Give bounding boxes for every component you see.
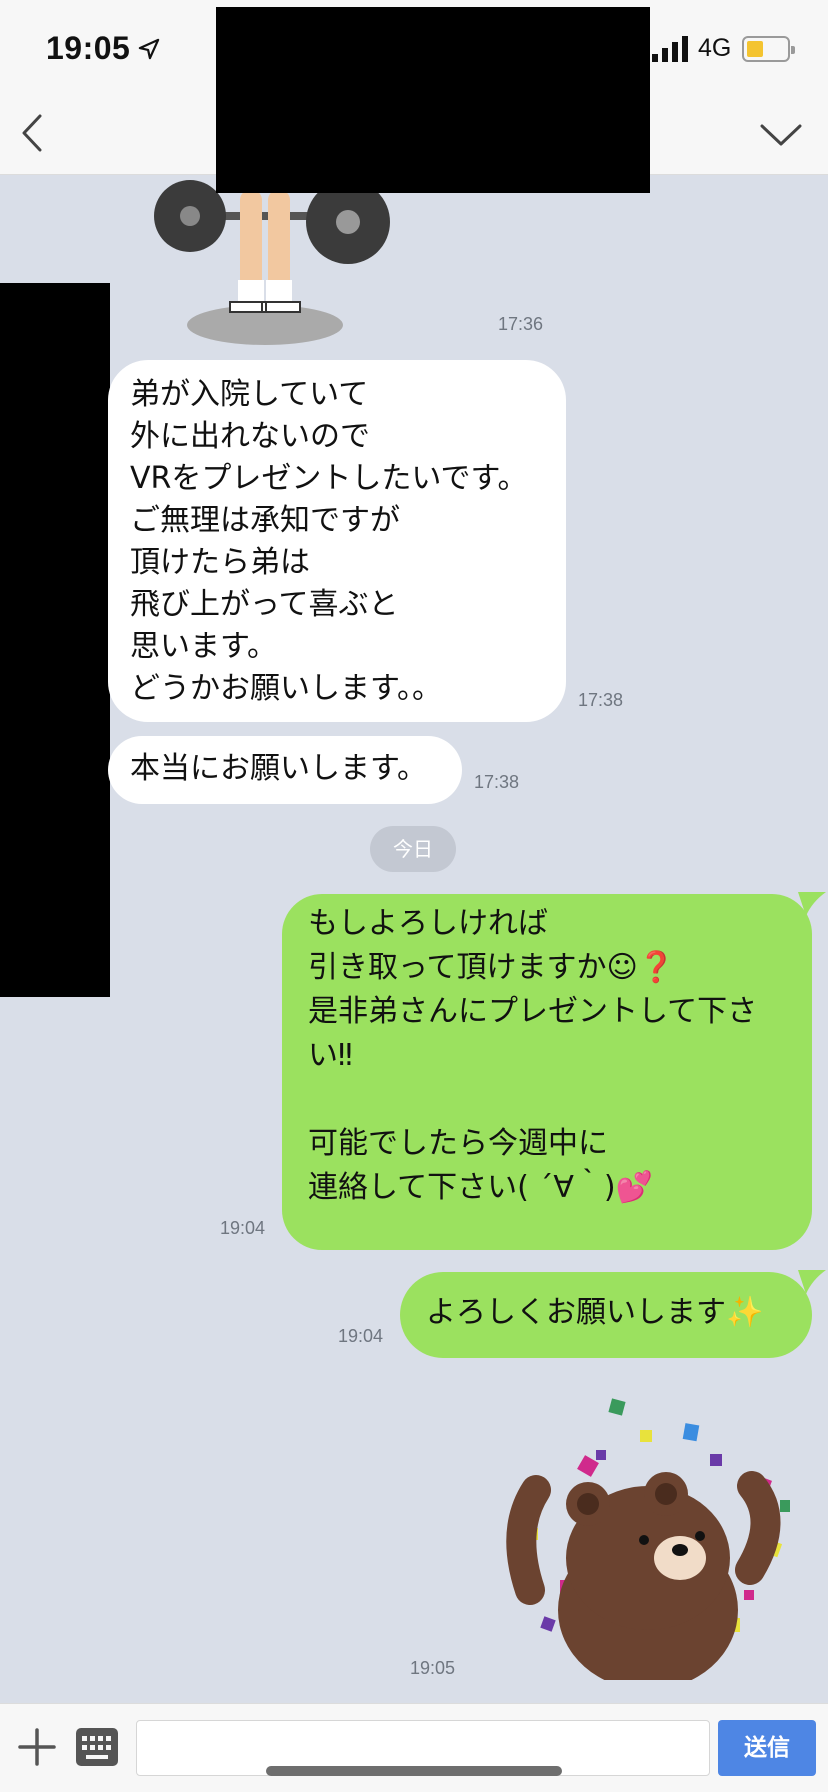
redacted-avatar [0, 283, 110, 997]
plus-icon[interactable] [16, 1726, 58, 1768]
message-timestamp: 19:04 [220, 1218, 266, 1238]
message-input-bar: 送信 [0, 1703, 828, 1792]
bubble-tail [798, 1270, 826, 1294]
message-timestamp: 17:38 [578, 690, 624, 710]
status-time: 19:05 [46, 30, 131, 66]
bear-celebration-sticker [506, 1398, 790, 1680]
redacted-header-name [216, 7, 650, 193]
chevron-down-icon[interactable] [756, 116, 806, 154]
message-timestamp: 19:04 [338, 1326, 384, 1346]
battery-icon [742, 36, 795, 62]
date-separator: 今日 [370, 826, 456, 872]
send-button[interactable]: 送信 [718, 1720, 816, 1776]
outgoing-message-bubble[interactable]: よろしくお願いします✨ [400, 1272, 812, 1358]
keyboard-icon[interactable] [74, 1726, 120, 1768]
message-timestamp: 19:05 [410, 1658, 456, 1678]
outgoing-message-bubble[interactable]: もしよろしければ 引き取って頂けますか☺❓ 是非弟さんにプレゼントして下さい‼ … [282, 894, 812, 1250]
network-type: 4G [698, 34, 732, 62]
message-timestamp: 17:36 [498, 314, 544, 334]
home-indicator [266, 1766, 562, 1776]
back-chevron-icon[interactable] [10, 108, 56, 158]
message-timestamp: 17:38 [474, 772, 520, 792]
bubble-tail [798, 892, 826, 916]
incoming-message-bubble[interactable]: 本当にお願いします。 [108, 736, 462, 804]
signal-icon [652, 36, 688, 62]
incoming-message-bubble[interactable]: 弟が入院していて 外に出れないので VRをプレゼントしたいです。 ご無理は承知で… [108, 360, 566, 722]
location-arrow-icon [138, 38, 160, 60]
